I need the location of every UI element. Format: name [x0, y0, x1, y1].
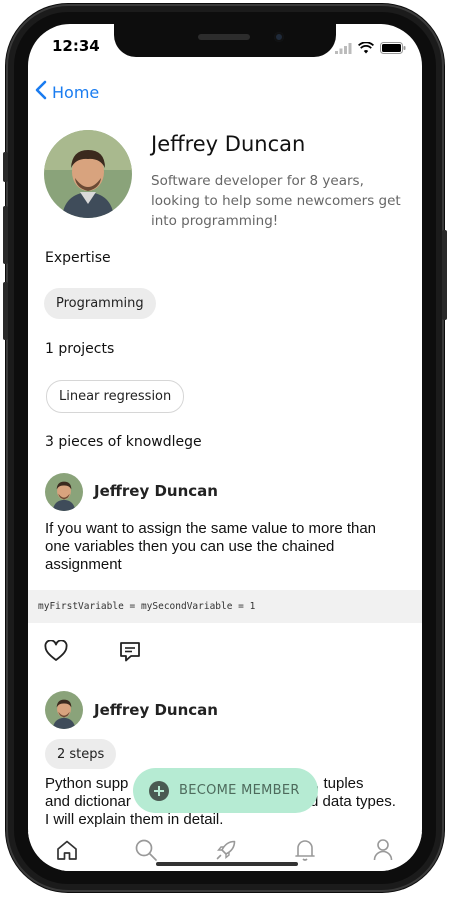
post-text-end: d data types. — [310, 793, 396, 810]
expertise-chip[interactable]: Programming — [44, 288, 156, 319]
post-text: If you want to assign the same value to … — [45, 520, 377, 573]
post-author-avatar[interactable] — [45, 691, 83, 729]
knowledge-label: 3 pieces of knowdlege — [45, 434, 202, 450]
volume-up-button — [3, 206, 8, 264]
code-snippet: myFirstVariable = mySecondVariable = 1 — [28, 590, 422, 623]
back-label: Home — [52, 82, 100, 102]
heart-icon[interactable] — [44, 639, 68, 668]
profile-bio: Software developer for 8 years, looking … — [151, 173, 401, 229]
become-member-button[interactable]: BECOME MEMBER — [133, 768, 318, 813]
screen: 12:34 Home Jeffrey Duncan Software devel… — [28, 24, 422, 871]
post-text-start: Python supp — [45, 775, 129, 792]
comment-icon[interactable] — [118, 640, 142, 668]
steps-badge: 2 steps — [45, 739, 117, 769]
expertise-label: Expertise — [45, 250, 111, 266]
wifi-icon — [357, 39, 375, 58]
become-member-label: BECOME MEMBER — [179, 783, 300, 798]
profile-avatar — [44, 130, 132, 218]
status-time: 12:34 — [52, 37, 100, 55]
battery-icon — [380, 39, 406, 58]
search-icon[interactable] — [134, 838, 158, 866]
back-button[interactable]: Home — [34, 79, 99, 105]
notch — [114, 24, 336, 57]
profile-name: Jeffrey Duncan — [151, 132, 306, 156]
post-actions — [44, 639, 142, 668]
chevron-left-icon — [34, 79, 48, 105]
plus-icon — [149, 780, 169, 801]
post-author-name[interactable]: Jeffrey Duncan — [94, 482, 218, 500]
post-author-name[interactable]: Jeffrey Duncan — [94, 701, 218, 719]
post-text-start: and dictionar — [45, 793, 131, 810]
post-author-avatar[interactable] — [45, 473, 83, 511]
power-button — [442, 230, 447, 320]
home-indicator — [156, 862, 298, 866]
projects-label: 1 projects — [45, 341, 115, 357]
profile-icon[interactable] — [372, 838, 394, 866]
volume-down-button — [3, 282, 8, 340]
post-text-line: I will explain them in detail. — [45, 811, 224, 828]
speaker-grille — [198, 34, 250, 40]
project-chip[interactable]: Linear regression — [46, 380, 185, 413]
mute-switch — [3, 152, 8, 182]
status-icons — [335, 39, 406, 58]
home-icon[interactable] — [56, 839, 78, 865]
signal-icon — [335, 39, 352, 58]
front-camera — [274, 32, 284, 42]
